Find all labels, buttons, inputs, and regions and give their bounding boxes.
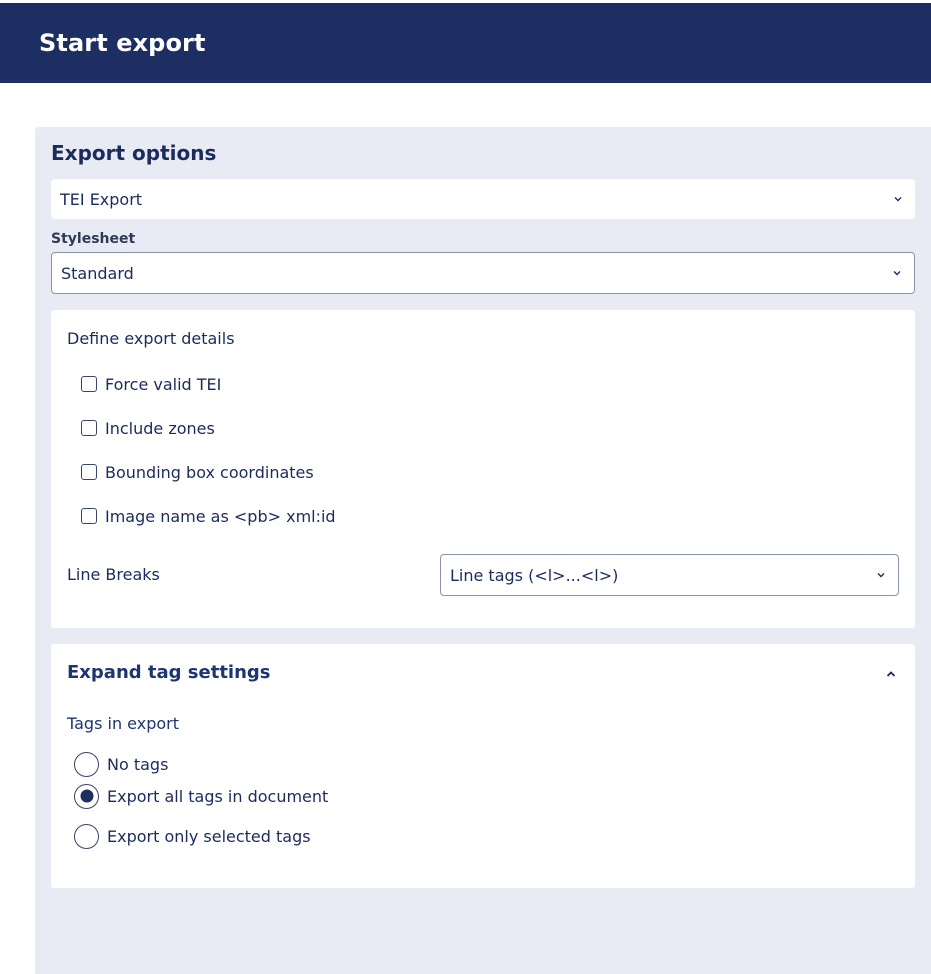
checkbox-force-valid-tei[interactable]: Force valid TEI — [81, 373, 221, 395]
chevron-up-icon[interactable] — [885, 668, 897, 680]
radio-export-all-tags[interactable]: Export all tags in document — [74, 783, 328, 809]
checkbox-label: Image name as <pb> xml:id — [105, 506, 336, 526]
chevron-down-icon — [894, 197, 902, 202]
stylesheet-value: Standard — [61, 263, 134, 283]
export-options-title: Export options — [51, 141, 217, 165]
chevron-down-icon — [877, 573, 885, 578]
line-breaks-value: Line tags (<l>...<l>) — [450, 565, 619, 585]
checkbox-label: Force valid TEI — [105, 374, 222, 394]
checkbox-box[interactable] — [81, 376, 97, 392]
stylesheet-select[interactable]: Standard — [51, 252, 915, 294]
tags-in-export-label: Tags in export — [67, 714, 180, 733]
checkbox-label: Include zones — [105, 418, 215, 438]
line-breaks-label: Line Breaks — [67, 565, 160, 584]
radio-no-tags[interactable]: No tags — [74, 751, 168, 777]
radio-export-selected-tags[interactable]: Export only selected tags — [74, 823, 311, 849]
stylesheet-label: Stylesheet — [51, 231, 136, 247]
radio-button[interactable] — [74, 823, 99, 849]
radio-button[interactable] — [74, 751, 99, 777]
export-options-panel: Export options TEI Export Stylesheet Sta… — [35, 127, 931, 974]
checkbox-bounding-box[interactable]: Bounding box coordinates — [81, 461, 314, 483]
radio-button[interactable] — [74, 783, 99, 809]
line-breaks-select[interactable]: Line tags (<l>...<l>) — [440, 554, 899, 596]
expand-tag-settings-toggle[interactable]: Expand tag settings — [67, 662, 271, 683]
radio-label: Export all tags in document — [107, 786, 329, 806]
radio-label: No tags — [107, 754, 169, 774]
tag-settings-card: Expand tag settings Tags in export No ta… — [51, 644, 915, 888]
top-bar: Start export — [0, 3, 931, 83]
checkbox-box[interactable] — [81, 464, 97, 480]
checkbox-box[interactable] — [81, 420, 97, 436]
page-title: Start export — [39, 29, 206, 57]
checkbox-image-name-pb[interactable]: Image name as <pb> xml:id — [81, 505, 336, 527]
checkbox-box[interactable] — [81, 508, 97, 524]
export-details-heading: Define export details — [67, 329, 235, 348]
checkbox-label: Bounding box coordinates — [105, 462, 314, 482]
checkbox-include-zones[interactable]: Include zones — [81, 417, 215, 439]
chevron-down-icon — [893, 271, 901, 276]
export-format-value: TEI Export — [60, 189, 143, 209]
export-format-select[interactable]: TEI Export — [51, 179, 915, 219]
radio-label: Export only selected tags — [107, 826, 311, 846]
